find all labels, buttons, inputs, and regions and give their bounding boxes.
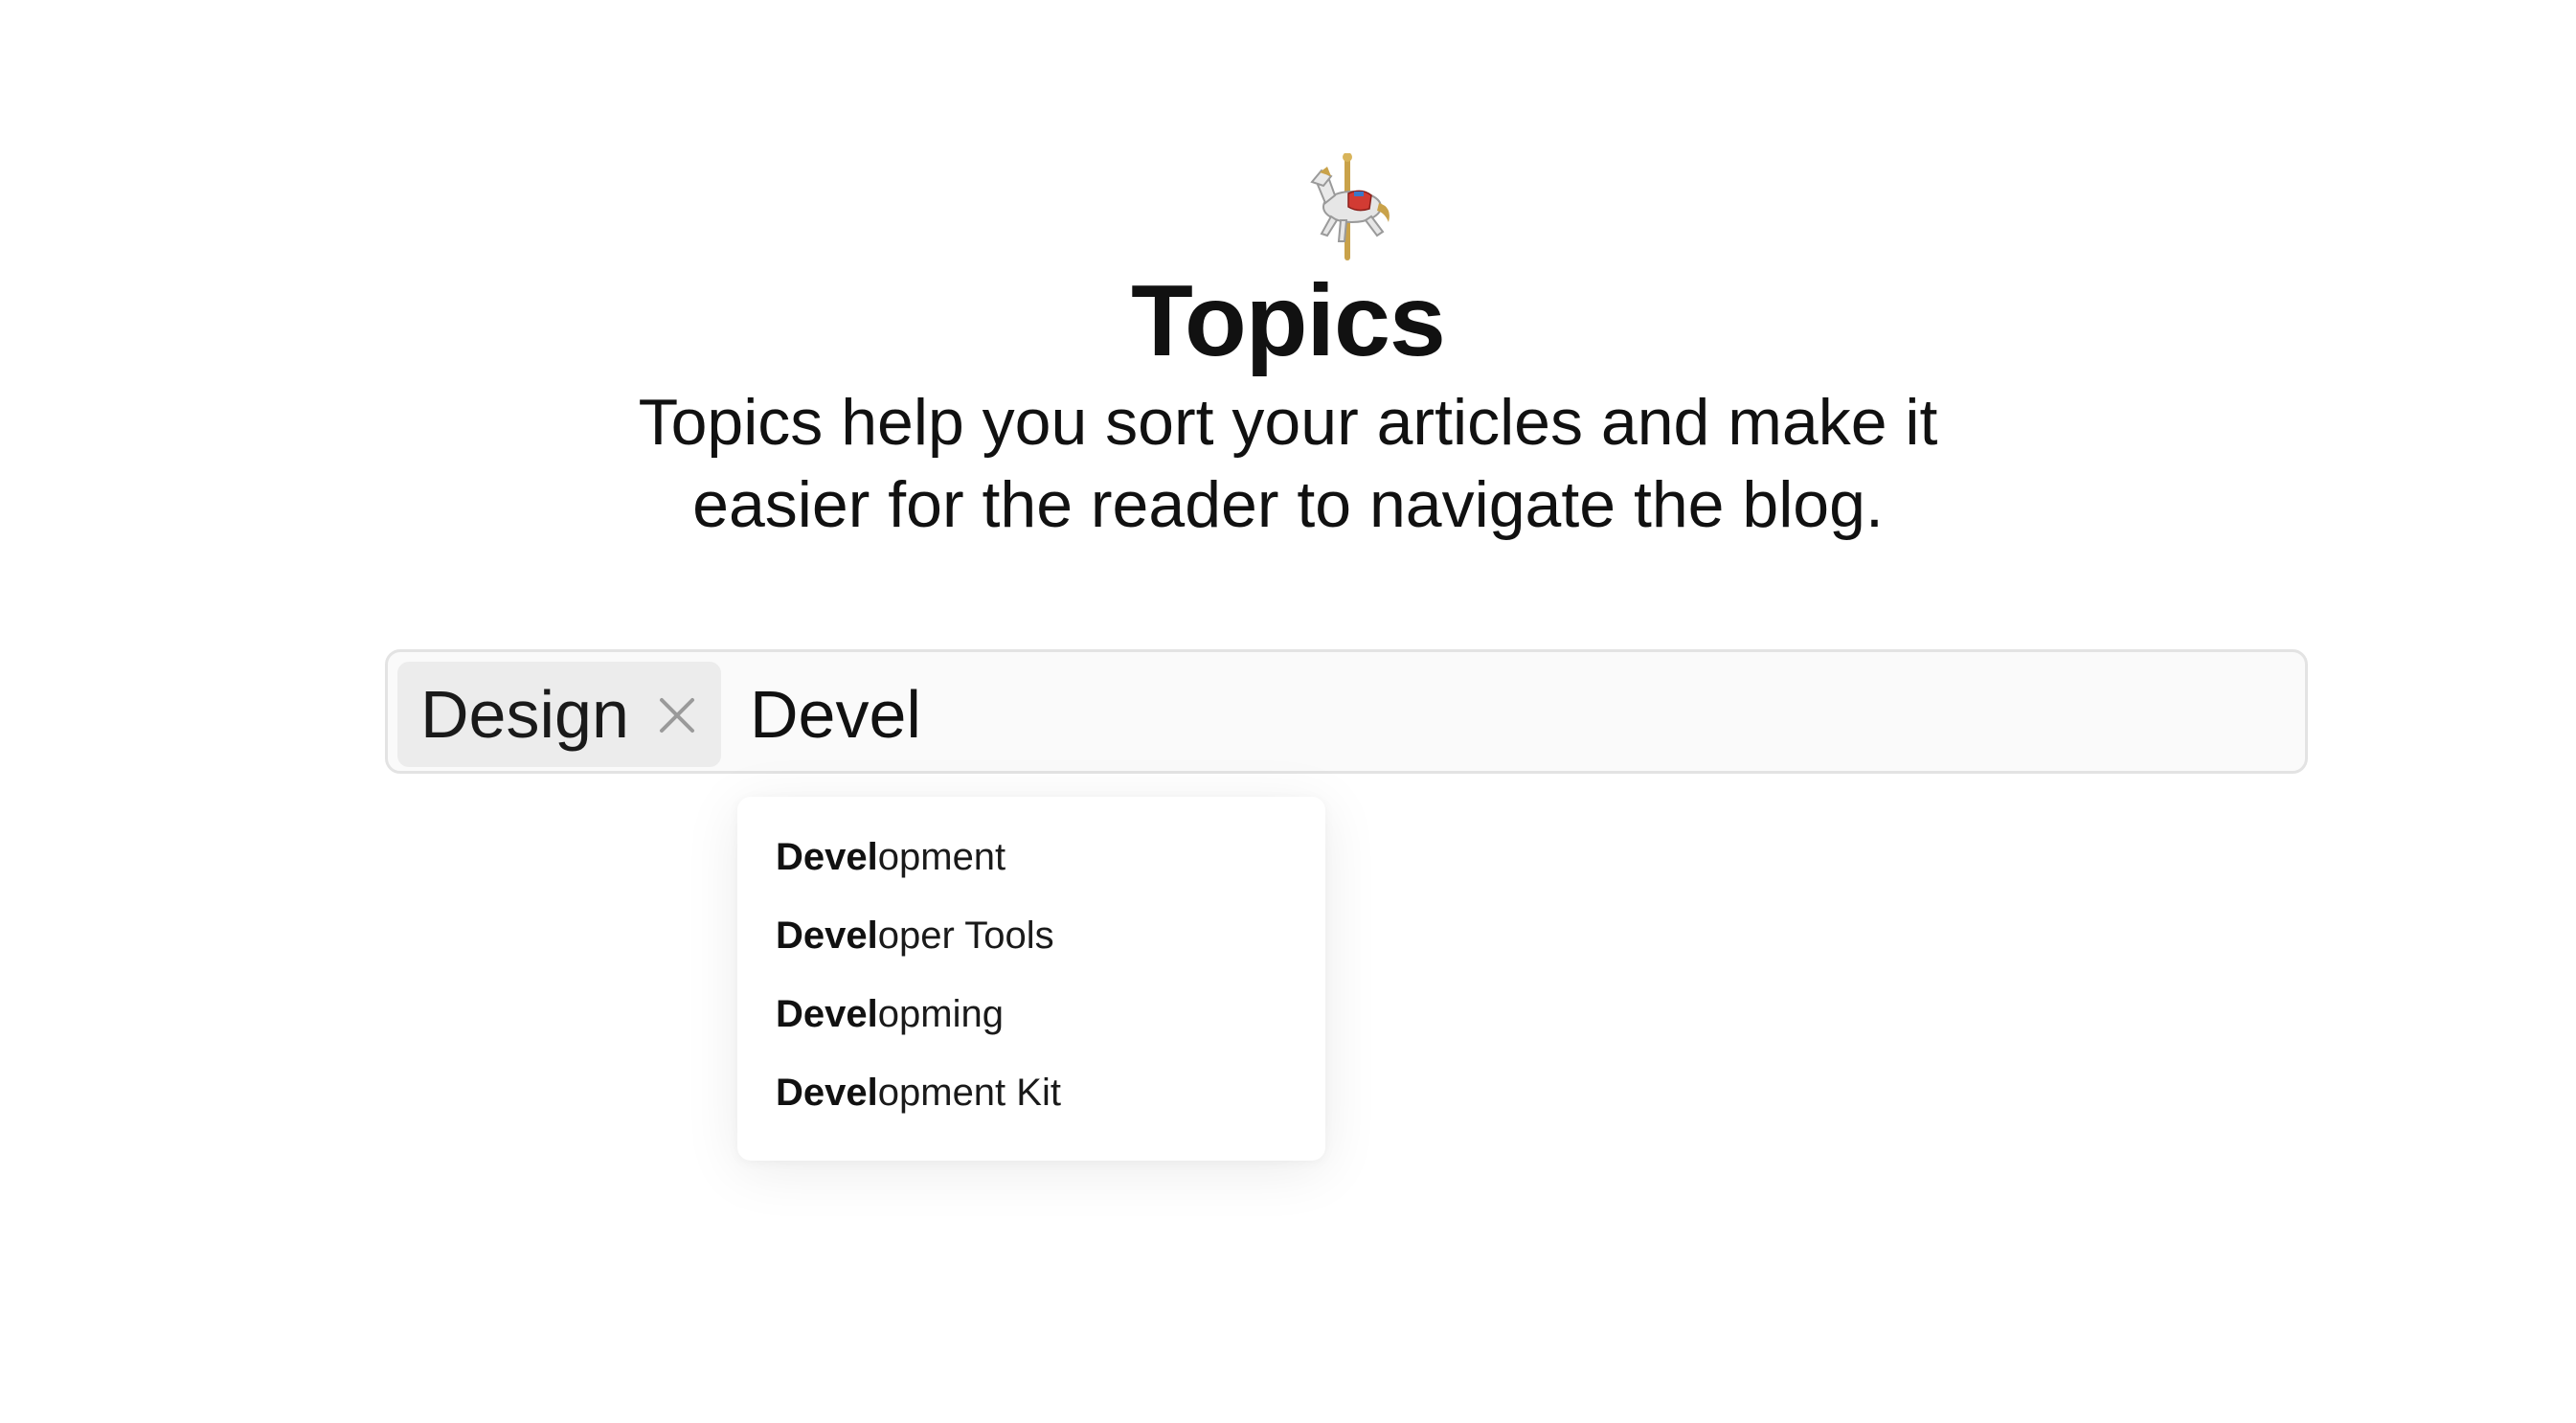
suggestion-match: Devel	[776, 1071, 878, 1114]
suggestions-dropdown: Devel opment Devel oper Tools Devel opming …	[737, 797, 1325, 1161]
page-subtitle: Topics help you sort your articles and m…	[638, 386, 1938, 541]
suggestion-rest: opment Kit	[877, 1071, 1061, 1114]
topics-tag-input[interactable]: Design	[385, 649, 2308, 774]
carousel-horse-icon	[1302, 152, 1394, 260]
suggestion-item[interactable]: Devel opment Kit	[737, 1053, 1325, 1132]
suggestion-item[interactable]: Devel opming	[737, 975, 1325, 1053]
suggestion-rest: oper Tools	[877, 914, 1054, 957]
suggestion-match: Devel	[776, 835, 878, 878]
tag-chip-design: Design	[397, 662, 721, 767]
suggestion-rest: opment	[877, 835, 1006, 878]
topic-search-input[interactable]	[750, 662, 2282, 767]
suggestion-rest: opming	[877, 992, 1004, 1035]
suggestion-match: Devel	[776, 992, 878, 1035]
suggestion-match: Devel	[776, 914, 878, 957]
suggestion-item[interactable]: Devel oper Tools	[737, 896, 1325, 975]
page-title: Topics	[1131, 264, 1446, 377]
close-icon[interactable]	[658, 696, 696, 734]
tag-chip-label: Design	[420, 677, 629, 752]
suggestion-item[interactable]: Devel opment	[737, 818, 1325, 896]
